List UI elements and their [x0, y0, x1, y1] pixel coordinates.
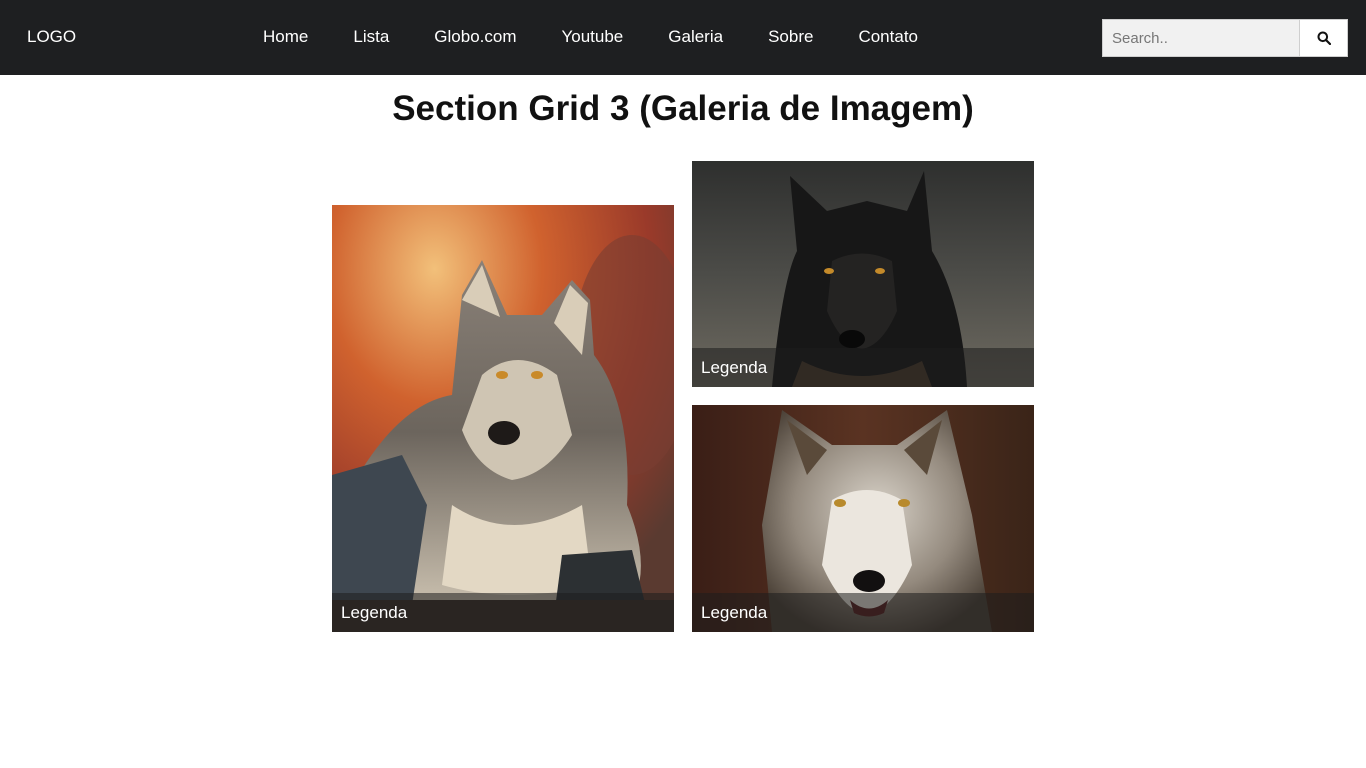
main-menu: Home Lista Globo.com Youtube Galeria Sob…	[263, 27, 963, 47]
gallery-card[interactable]: Legenda	[692, 405, 1034, 632]
search-form	[1102, 19, 1348, 57]
gallery-caption: Legenda	[692, 348, 1034, 387]
nav-item-youtube[interactable]: Youtube	[561, 27, 623, 47]
logo[interactable]: LOGO	[27, 27, 76, 47]
gray-wolf-autumn-photo	[332, 205, 674, 632]
nav-item-contato[interactable]: Contato	[858, 27, 918, 47]
gallery-caption: Legenda	[692, 593, 1034, 632]
nav-item-globo[interactable]: Globo.com	[434, 27, 516, 47]
gallery-caption: Legenda	[332, 593, 674, 632]
search-button[interactable]	[1299, 19, 1348, 57]
page-title: Section Grid 3 (Galeria de Imagem)	[392, 89, 974, 128]
gallery-card[interactable]: Legenda	[692, 161, 1034, 387]
nav-item-lista[interactable]: Lista	[353, 27, 389, 47]
nav-item-home[interactable]: Home	[263, 27, 308, 47]
nav-item-sobre[interactable]: Sobre	[768, 27, 813, 47]
search-input[interactable]	[1102, 19, 1299, 57]
top-navbar: LOGO Home Lista Globo.com Youtube Galeri…	[0, 0, 1366, 75]
gallery-card[interactable]: Legenda	[332, 205, 674, 632]
search-icon	[1317, 31, 1331, 45]
nav-item-galeria[interactable]: Galeria	[668, 27, 723, 47]
